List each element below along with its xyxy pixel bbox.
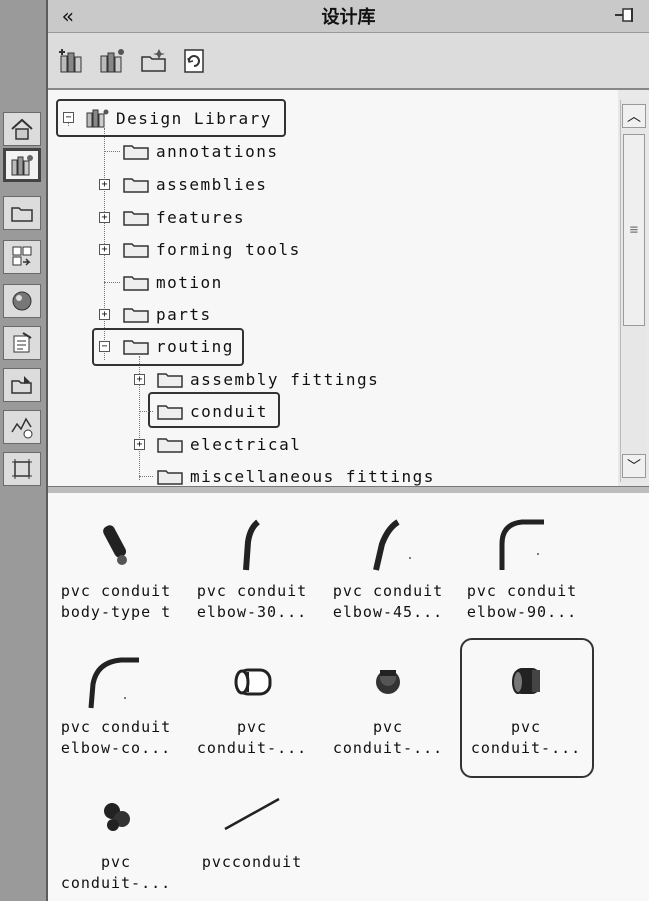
tree-item-assemblies[interactable]: assemblies	[122, 172, 267, 196]
conduit-coupling-icon	[234, 668, 272, 696]
sphere-icon	[12, 291, 32, 311]
file-item[interactable]: pvc conduit elbow-co...	[50, 643, 182, 759]
elbow-45-icon	[373, 519, 411, 571]
folder-icon	[157, 373, 183, 388]
panel-title-bar: « 设计库	[48, 0, 649, 33]
design-library-icon	[86, 109, 109, 128]
scroll-down-chevron-icon[interactable]: ﹀	[622, 454, 646, 478]
folder-icon	[157, 438, 183, 453]
elbow-coupling-icon	[88, 657, 139, 709]
folder-icon	[123, 243, 149, 258]
conduit-adapter-icon	[376, 670, 400, 694]
tree-item-parts[interactable]: parts	[122, 302, 212, 326]
folder-icon	[123, 178, 149, 193]
collapse-toggle[interactable]: −	[63, 112, 74, 123]
tree-item-forming-tools[interactable]: forming tools	[122, 237, 301, 261]
expand-toggle[interactable]: +	[99, 212, 110, 223]
file-item[interactable]: pvc conduit-...	[186, 643, 318, 759]
scroll-up-chevron-icon[interactable]: ︿	[622, 104, 646, 128]
selection-highlight	[460, 638, 594, 778]
tree-guide	[104, 282, 120, 283]
tree-scrollbar[interactable]: ︿ ≡ ﹀	[620, 100, 647, 482]
conduit-strap-icon	[104, 803, 130, 831]
tree-item-features[interactable]: features	[122, 205, 245, 229]
file-item[interactable]: pvcconduit	[186, 778, 318, 873]
refresh-icon	[184, 49, 204, 73]
design-library-tab[interactable]	[3, 148, 41, 182]
home-tab[interactable]	[3, 112, 41, 146]
expand-toggle[interactable]: +	[134, 439, 145, 450]
folder-icon	[123, 276, 149, 291]
motion-tab[interactable]	[3, 410, 41, 444]
tree-item-conduit[interactable]: conduit	[156, 399, 268, 423]
tree-item-assembly-fittings[interactable]: assembly fittings	[156, 367, 379, 391]
file-item[interactable]: pvc conduit elbow-30...	[186, 507, 318, 623]
folder-icon	[123, 211, 149, 226]
view-palette-tab[interactable]	[3, 240, 41, 274]
design-library-panel: « 设计库 − Design Library annotations + ass…	[48, 0, 649, 901]
tree-item-electrical[interactable]: electrical	[156, 432, 301, 456]
tree-item-routing[interactable]: routing	[122, 334, 234, 358]
tree-guide	[104, 151, 120, 152]
expand-toggle[interactable]: +	[99, 179, 110, 190]
task-pane-tabs	[0, 0, 48, 901]
straight-conduit-icon	[224, 797, 280, 831]
add-to-library-button[interactable]	[56, 45, 88, 77]
open-folder-icon	[11, 376, 32, 394]
folder-icon	[123, 308, 149, 323]
folder-icon	[11, 207, 33, 222]
folder-icon	[157, 470, 183, 485]
file-item-selected[interactable]: pvc conduit-...	[460, 638, 594, 778]
create-new-folder-button[interactable]	[138, 45, 170, 77]
expand-toggle[interactable]: +	[134, 374, 145, 385]
tree-guide	[139, 411, 153, 412]
tree-item-miscellaneous-fittings[interactable]: miscellaneous fittings	[156, 464, 435, 486]
folder-icon	[123, 145, 149, 160]
design-library-window: « 设计库 − Design Library annotations + ass…	[0, 0, 649, 901]
folder-icon	[157, 405, 183, 420]
elbow-90-icon	[499, 519, 544, 570]
custom-properties-tab[interactable]	[3, 326, 41, 360]
file-item[interactable]: pvc conduit elbow-45...	[322, 507, 454, 623]
file-item[interactable]: pvc conduit-...	[50, 778, 182, 894]
home-icon	[11, 118, 33, 140]
expand-toggle[interactable]: +	[99, 309, 110, 320]
appearances-tab[interactable]	[3, 284, 41, 318]
file-explorer-tab[interactable]	[3, 196, 41, 230]
library-toolbar	[48, 33, 649, 90]
library-tree: − Design Library annotations + assemblie…	[48, 90, 618, 486]
motion-icon	[11, 417, 33, 439]
collapse-toggle[interactable]: −	[99, 341, 110, 352]
library-add-icon	[59, 49, 82, 73]
tree-root-design-library[interactable]: Design Library	[84, 106, 272, 130]
file-item[interactable]: pvc conduit-...	[322, 643, 454, 759]
open-folder-icon	[123, 340, 149, 355]
library-file-grid: pvc conduit body-type t pvc conduit elbo…	[48, 493, 649, 901]
tree-item-annotations[interactable]: annotations	[122, 139, 278, 163]
scroll-thumb[interactable]: ≡	[623, 134, 645, 326]
properties-icon	[13, 332, 32, 353]
panel-title: 设计库	[321, 7, 376, 28]
tree-item-motion[interactable]: motion	[122, 270, 223, 294]
file-item[interactable]: pvc conduit body-type t	[50, 507, 182, 623]
new-folder-icon	[141, 49, 166, 72]
add-file-location-button[interactable]	[96, 45, 128, 77]
sketch-icon	[12, 459, 32, 479]
file-item[interactable]: pvc conduit elbow-90...	[456, 507, 588, 623]
pin-icon[interactable]	[613, 6, 639, 24]
open-folder-tab[interactable]	[3, 368, 41, 402]
refresh-button[interactable]	[178, 45, 210, 77]
view-palette-icon	[12, 246, 32, 266]
design-library-icon	[11, 155, 33, 176]
library-location-icon	[100, 49, 124, 73]
expand-toggle[interactable]: +	[99, 244, 110, 255]
elbow-30-icon	[243, 519, 260, 571]
tree-guide	[139, 476, 153, 477]
sketch-tab[interactable]	[3, 452, 41, 486]
conduit-body-icon	[103, 525, 127, 565]
